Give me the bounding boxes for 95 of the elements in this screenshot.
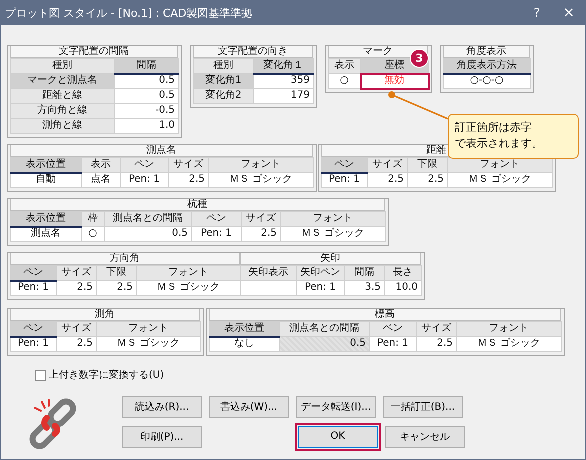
dialog-button[interactable]: 読込み(R)... (122, 396, 202, 418)
table-cell[interactable]: 2.5 (168, 172, 208, 188)
column-header[interactable]: ペン (192, 212, 242, 226)
dialog-button[interactable]: 書込み(W)... (209, 396, 289, 418)
column-header[interactable]: 種別 (10, 58, 114, 74)
table-cell[interactable]: 1.0 (114, 118, 178, 134)
table-cell[interactable]: 測点名 (10, 226, 82, 242)
column-header[interactable]: 間隔 (114, 58, 178, 74)
column-header[interactable]: 表示 (82, 158, 120, 172)
table-cell[interactable]: なし (210, 336, 280, 352)
table-cell[interactable]: -0.5 (114, 104, 178, 118)
table-cell[interactable]: 2.5 (56, 280, 96, 296)
table-cell[interactable]: 359 (254, 74, 314, 88)
row-header: 変化角2 (194, 88, 254, 104)
table-cell[interactable]: ○ (328, 74, 360, 88)
column-header[interactable]: サイズ (168, 158, 208, 172)
column-header[interactable]: サイズ (56, 322, 96, 336)
table-cell[interactable]: ＭＳ ゴシック (208, 172, 314, 188)
row-header: 変化角1 (194, 74, 254, 88)
column-header[interactable]: サイズ (242, 212, 280, 226)
table-cell[interactable]: Pen: 1 (120, 172, 168, 188)
table-cell[interactable]: 2.5 (56, 336, 96, 352)
table-cell[interactable]: Pen: 1 (296, 280, 344, 296)
column-header[interactable]: フォント (280, 212, 386, 226)
table-cell[interactable]: Pen: 1 (370, 336, 416, 352)
column-header[interactable]: フォント (96, 322, 200, 336)
column-header[interactable]: ペン (10, 322, 56, 336)
column-header[interactable]: 矢印表示 (240, 266, 296, 280)
close-button[interactable]: × (553, 5, 585, 21)
table-cell[interactable]: 179 (254, 88, 314, 104)
table-cell[interactable]: 3.5 (344, 280, 384, 296)
column-header[interactable]: 表示 (328, 58, 360, 74)
column-header[interactable]: サイズ (56, 266, 96, 280)
table-cell[interactable]: ＭＳ ゴシック (448, 172, 552, 188)
column-header[interactable]: 測点名との間隔 (280, 322, 370, 336)
column-header[interactable]: フォント (136, 266, 240, 280)
column-header[interactable]: ペン (120, 158, 168, 172)
window-title: プロット図 スタイル - [No.1] : CAD製図基準準拠 (5, 6, 254, 20)
table-cell[interactable]: 2.5 (96, 280, 136, 296)
table-cell[interactable]: 0.5 (114, 88, 178, 104)
table-cell[interactable]: 2.5 (242, 226, 280, 242)
column-header[interactable]: 間隔 (344, 266, 384, 280)
group-title: 矢印 (240, 253, 421, 265)
table-cell[interactable]: 自動 (10, 172, 82, 188)
table-cell[interactable]: Pen: 1 (10, 336, 56, 352)
table-cell[interactable]: 0.5 (114, 74, 178, 88)
table-cell[interactable]: 2.5 (416, 336, 456, 352)
column-header[interactable]: 変化角１ (254, 58, 314, 74)
column-header[interactable]: 長さ (384, 266, 422, 280)
column-header[interactable]: 下限 (96, 266, 136, 280)
help-button[interactable]: ? (521, 6, 553, 20)
table-cell[interactable]: 点名 (82, 172, 120, 188)
table-cell[interactable]: ○ (82, 226, 104, 242)
column-header[interactable]: 表示位置 (10, 212, 82, 226)
column-header[interactable]: 矢印ペン (296, 266, 344, 280)
column-header[interactable]: 種別 (194, 58, 254, 74)
dialog-button[interactable]: 一括訂正(B)... (383, 396, 463, 418)
table-cell[interactable]: Pen: 1 (322, 172, 368, 188)
column-header[interactable]: ペン (322, 158, 368, 172)
column-header[interactable]: 測点名との間隔 (104, 212, 192, 226)
table-cell[interactable]: 0.5 (104, 226, 192, 242)
row-header: 距離と線 (10, 88, 114, 104)
superscript-checkbox[interactable]: 上付き数字に変換する(U) (35, 368, 164, 382)
column-header[interactable]: フォント (456, 322, 562, 336)
column-header[interactable]: ペン (370, 322, 416, 336)
table-cell[interactable]: ＭＳ ゴシック (136, 280, 240, 296)
row-header: マークと測点名 (10, 74, 114, 88)
dialog-button[interactable]: データ転送(I)... (296, 396, 376, 418)
table-cell[interactable]: Pen: 1 (10, 280, 56, 296)
column-header[interactable]: フォント (208, 158, 314, 172)
column-header[interactable]: サイズ (368, 158, 408, 172)
table-cell[interactable]: 無効 (360, 74, 428, 88)
dialog-button[interactable]: キャンセル (385, 426, 465, 448)
dialog-button[interactable]: 印刷(P)... (122, 426, 202, 448)
table-cell[interactable]: 2.5 (408, 172, 448, 188)
group-title: 測点名 (10, 145, 313, 157)
row-header: 測角と線 (10, 118, 114, 134)
row-header: 方向角と線 (10, 104, 114, 118)
column-header[interactable]: 表示位置 (210, 322, 280, 336)
group-title: 測角 (10, 309, 200, 321)
table-cell[interactable] (240, 280, 296, 296)
column-header[interactable]: 下限 (408, 158, 448, 172)
table-cell[interactable]: ＭＳ ゴシック (280, 226, 386, 242)
column-header[interactable]: ペン (10, 266, 56, 280)
table-cell[interactable]: ＭＳ ゴシック (456, 336, 562, 352)
column-header[interactable]: 枠 (82, 212, 104, 226)
table-cell[interactable]: 10.0 (384, 280, 422, 296)
table-cell[interactable]: ＭＳ ゴシック (96, 336, 200, 352)
table-cell[interactable]: 2.5 (368, 172, 408, 188)
table-cell[interactable]: ○-○-○ (444, 74, 530, 88)
callout-text: 訂正箇所は赤字 (455, 120, 532, 136)
column-header[interactable]: 表示位置 (10, 158, 82, 172)
column-header[interactable]: サイズ (416, 322, 456, 336)
table-cell[interactable]: Pen: 1 (192, 226, 242, 242)
column-header[interactable]: 角度表示方法 (444, 58, 530, 74)
